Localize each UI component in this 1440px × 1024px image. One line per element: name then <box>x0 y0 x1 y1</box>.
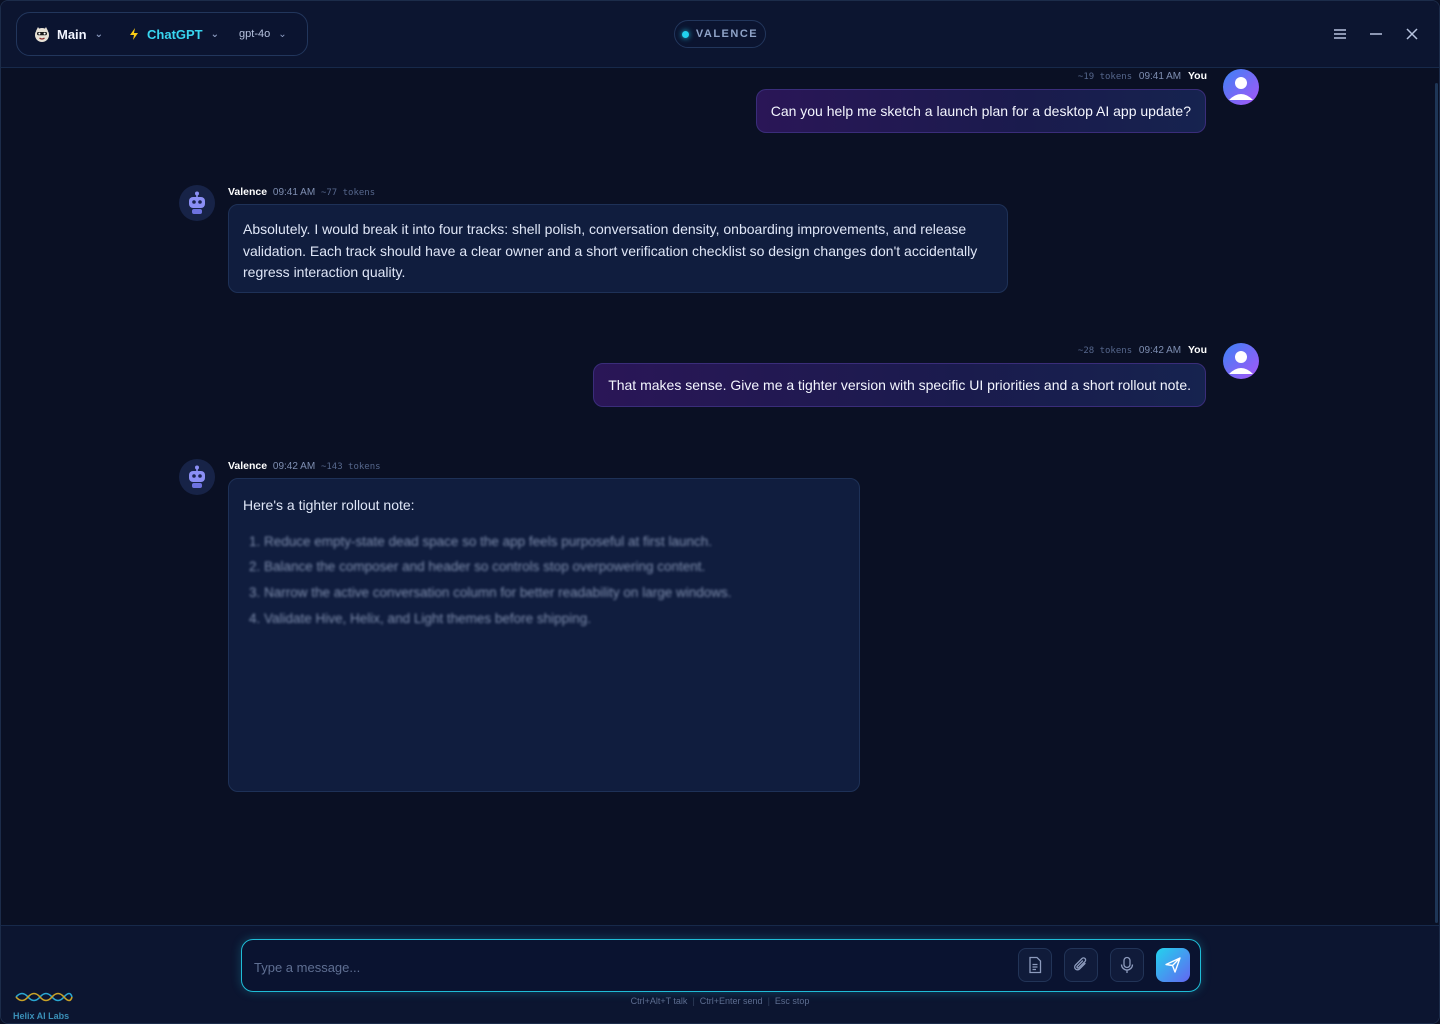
close-icon <box>1406 28 1418 40</box>
provider-label: ChatGPT <box>147 26 203 42</box>
attach-button[interactable] <box>1064 948 1098 982</box>
message-text: Absolutely. I would break it into four t… <box>243 221 978 280</box>
timestamp: 09:42 AM <box>272 461 316 472</box>
conversation-area[interactable]: ~19 tokens 09:41 AM You Can you help me … <box>1 68 1439 925</box>
author-name: Valence <box>228 186 268 198</box>
composer <box>241 939 1201 992</box>
microphone-icon <box>1120 956 1134 973</box>
timestamp: 09:41 AM <box>1138 71 1182 82</box>
message-meta: Valence 09:41 AM ~77 tokens <box>228 186 375 198</box>
document-icon <box>1029 956 1042 974</box>
menu-icon <box>1334 29 1346 39</box>
status-dot <box>681 30 689 38</box>
workspace-selector[interactable]: Main ⌄ <box>17 13 113 55</box>
message-text: That makes sense. Give me a tighter vers… <box>608 377 1191 393</box>
brand-badge: VALENCE <box>674 20 766 48</box>
token-count: ~28 tokens <box>1077 346 1133 356</box>
top-bar: Main ⌄ ChatGPT ⌄ gpt-4o ⌄ VALENCE <box>1 1 1439 68</box>
workspace-label: Main <box>57 26 87 42</box>
minimize-button[interactable] <box>1365 23 1387 45</box>
user-message-bubble: That makes sense. Give me a tighter vers… <box>593 363 1206 407</box>
provider-selector[interactable]: ChatGPT ⌄ <box>113 13 229 55</box>
shortcut-hint: Ctrl+Alt+T talk <box>630 996 688 1006</box>
selector-group: Main ⌄ ChatGPT ⌄ gpt-4o ⌄ <box>16 12 308 56</box>
avatar <box>1223 343 1259 379</box>
user-message-bubble: Can you help me sketch a launch plan for… <box>755 89 1206 133</box>
avatar <box>1223 69 1259 105</box>
scrollbar[interactable] <box>1435 83 1438 923</box>
mascot-icon <box>33 25 51 43</box>
microphone-button[interactable] <box>1110 948 1144 982</box>
token-count: ~143 tokens <box>320 462 381 472</box>
helix-logo-icon <box>15 992 73 1002</box>
list-item: 3. Narrow the active conversation column… <box>249 584 732 600</box>
model-label: gpt-4o <box>239 28 271 40</box>
chevron-down-icon: ⌄ <box>278 28 287 40</box>
rollout-list: 1. Reduce empty-state dead space so the … <box>243 529 845 632</box>
author-name: Valence <box>228 460 268 472</box>
message-meta: ~19 tokens 09:41 AM You <box>1078 70 1207 82</box>
brand-label: VALENCE <box>695 28 759 40</box>
paperclip-icon <box>1074 957 1087 971</box>
document-button[interactable] <box>1018 948 1052 982</box>
close-button[interactable] <box>1401 23 1423 45</box>
author-name: You <box>1187 344 1207 356</box>
token-count: ~77 tokens <box>320 188 376 198</box>
message-text: Can you help me sketch a launch plan for… <box>770 103 1191 119</box>
assistant-message-bubble: Here's a tighter rollout note: 1. Reduce… <box>228 478 860 792</box>
avatar <box>179 459 215 495</box>
send-icon <box>1165 957 1181 973</box>
timestamp: 09:41 AM <box>272 187 316 198</box>
shortcut-hint: Esc stop <box>774 996 810 1006</box>
app-window: Main ⌄ ChatGPT ⌄ gpt-4o ⌄ VALENCE ~19 to… <box>0 0 1440 1024</box>
shortcut-hint: Ctrl+Enter send <box>699 996 763 1006</box>
lab-name: Helix AI Labs <box>13 1011 70 1021</box>
message-meta: ~28 tokens 09:42 AM You <box>1078 344 1207 356</box>
token-count: ~19 tokens <box>1077 72 1133 82</box>
bolt-icon <box>127 27 141 41</box>
timestamp: 09:42 AM <box>1138 345 1182 356</box>
chevron-down-icon: ⌄ <box>210 28 220 40</box>
robot-icon <box>189 191 205 214</box>
message-meta: Valence 09:42 AM ~143 tokens <box>228 460 381 472</box>
avatar <box>179 185 215 221</box>
robot-icon <box>189 465 205 488</box>
shortcut-hints: Ctrl+Alt+T talk | Ctrl+Enter send | Esc stop <box>630 996 810 1006</box>
list-item: 2. Balance the composer and header so co… <box>249 559 706 575</box>
list-item: 4. Validate Hive, Helix, and Light theme… <box>249 610 591 626</box>
assistant-message-bubble: Absolutely. I would break it into four t… <box>228 204 1008 293</box>
menu-button[interactable] <box>1329 23 1351 45</box>
send-button[interactable] <box>1156 948 1190 982</box>
minimize-icon <box>1370 33 1382 35</box>
message-text: Here's a tighter rollout note: <box>243 497 415 513</box>
composer-area: Ctrl+Alt+T talk|Ctrl+Enter send|Esc stop… <box>1 925 1439 1023</box>
user-icon <box>1229 77 1253 100</box>
chevron-down-icon: ⌄ <box>94 28 104 40</box>
model-selector[interactable]: gpt-4o ⌄ <box>229 13 297 55</box>
user-icon <box>1229 351 1253 374</box>
author-name: You <box>1187 70 1207 82</box>
message-input[interactable] <box>252 952 1006 982</box>
list-item: 1. Reduce empty-state dead space so the … <box>249 533 713 549</box>
